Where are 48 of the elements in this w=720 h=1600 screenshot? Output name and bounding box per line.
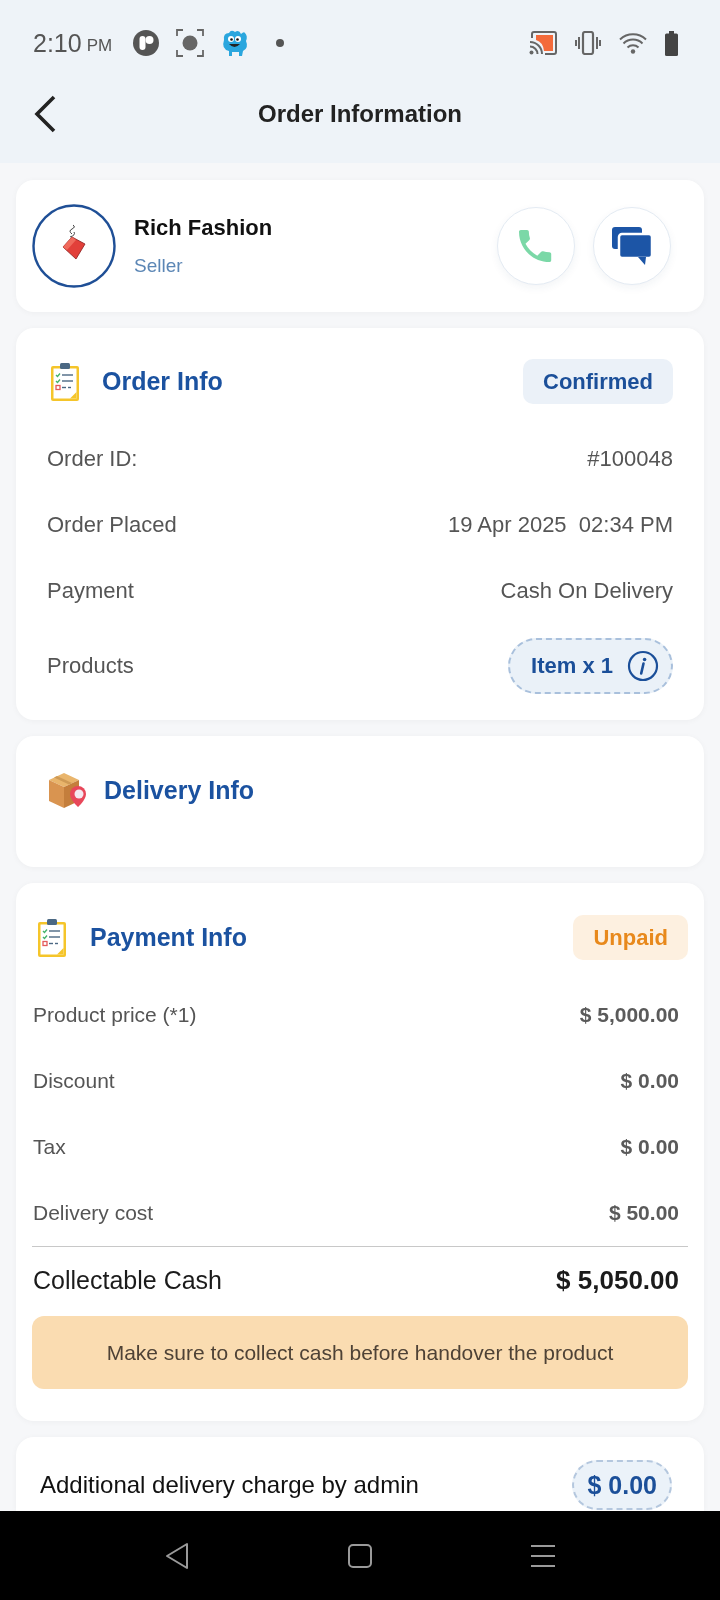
clipboard-icon: [50, 361, 80, 402]
charge-badge: $ 0.00: [572, 1460, 672, 1510]
back-icon[interactable]: [33, 95, 57, 133]
total-label: Collectable Cash: [33, 1265, 222, 1295]
section-title: Delivery Info: [104, 775, 255, 805]
bag-logo-icon: [32, 204, 116, 288]
price-label: Discount: [33, 1069, 115, 1093]
price-label: Delivery cost: [33, 1201, 154, 1225]
products-button[interactable]: Item x 1: [508, 638, 673, 694]
price-label: Product price (*1): [33, 1003, 197, 1027]
chat-icon: [611, 226, 653, 266]
info-icon: [627, 650, 659, 682]
cash-notice: Make sure to collect cash before handover the product: [32, 1316, 688, 1389]
notification-dot-icon: [276, 39, 285, 47]
price-value: $ 50.00: [608, 1201, 679, 1225]
home-icon[interactable]: [347, 1542, 373, 1569]
detail-value: 19 Apr 2025 02:34 PM: [447, 512, 673, 538]
price-value: $ 5,000.00: [579, 1003, 679, 1027]
price-value: $ 0.00: [620, 1069, 679, 1093]
total-value: $ 5,050.00: [556, 1264, 679, 1296]
menu-icon[interactable]: [530, 1543, 556, 1568]
seller-role: Seller: [134, 255, 184, 277]
section-title: Order Info: [102, 367, 223, 396]
screen-record-icon: [176, 29, 205, 57]
detail-label: Products: [47, 653, 134, 679]
seller-name: Rich Fashion: [134, 215, 273, 241]
price-label: Tax: [33, 1135, 66, 1159]
nav-back-icon[interactable]: [164, 1541, 190, 1570]
charge-label: Additional delivery charge by admin: [40, 1470, 419, 1500]
status-badge: Unpaid: [573, 915, 688, 960]
status-time: 2:10: [33, 28, 82, 58]
section-title: Payment Info: [90, 923, 247, 952]
screen-title: Order Information: [258, 100, 462, 128]
detail-value: Cash On Delivery: [500, 578, 673, 604]
clipboard-icon: [37, 917, 67, 958]
vibrate-icon: [575, 31, 601, 55]
app-notification-icon: [132, 29, 161, 57]
status-period: PM: [86, 35, 113, 56]
status-badge: Confirmed: [523, 359, 673, 404]
price-value: $ 0.00: [620, 1135, 679, 1159]
detail-label: Order Placed: [47, 512, 177, 538]
detail-label: Payment: [47, 578, 134, 604]
cast-icon: [529, 31, 557, 55]
wifi-icon: [619, 32, 647, 54]
phone-icon: [519, 228, 553, 264]
detail-label: Order ID:: [47, 446, 138, 472]
detail-value: #100048: [587, 446, 673, 472]
battery-icon: [665, 30, 678, 56]
